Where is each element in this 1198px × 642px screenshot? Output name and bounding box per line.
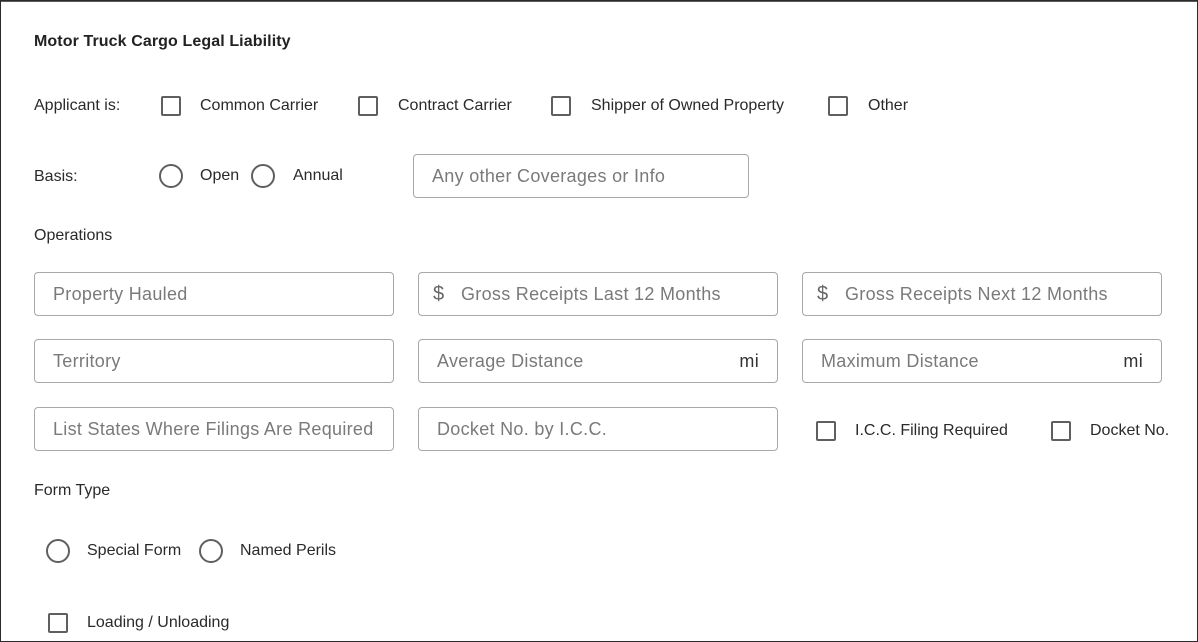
icc-filing-required-option[interactable]: I.C.C. Filing Required: [816, 421, 1008, 441]
docket-no-label: Docket No.: [1090, 422, 1170, 439]
icc-filing-required-checkbox[interactable]: [816, 421, 836, 441]
average-distance-field[interactable]: mi: [418, 339, 778, 383]
other-label: Other: [868, 97, 909, 114]
special-form-radio[interactable]: [46, 539, 70, 563]
named-perils-option[interactable]: Named Perils: [199, 539, 336, 563]
dollar-icon: $: [433, 282, 445, 305]
other-coverages-input[interactable]: [414, 155, 748, 197]
applicant-common-carrier[interactable]: Common Carrier: [161, 96, 318, 116]
basis-open-option[interactable]: Open: [159, 164, 239, 188]
open-radio[interactable]: [159, 164, 183, 188]
territory-field[interactable]: [34, 339, 394, 383]
property-hauled-field[interactable]: [34, 272, 394, 316]
average-distance-unit: mi: [739, 350, 759, 371]
named-perils-label: Named Perils: [240, 542, 337, 559]
maximum-distance-unit: mi: [1123, 350, 1143, 371]
section-title: Motor Truck Cargo Legal Liability: [34, 33, 291, 50]
filing-states-field[interactable]: [34, 407, 394, 451]
annual-radio[interactable]: [251, 164, 275, 188]
applicant-label: Applicant is:: [34, 97, 121, 114]
average-distance-input[interactable]: [419, 340, 740, 382]
shipper-owned-property-label: Shipper of Owned Property: [591, 97, 784, 114]
docket-no-checkbox[interactable]: [1051, 421, 1071, 441]
applicant-contract-carrier[interactable]: Contract Carrier: [358, 96, 512, 116]
basis-label: Basis:: [34, 168, 78, 185]
gross-receipts-last-input[interactable]: [447, 273, 777, 315]
docket-icc-input[interactable]: [419, 408, 777, 450]
contract-carrier-checkbox[interactable]: [358, 96, 378, 116]
icc-filing-required-label: I.C.C. Filing Required: [855, 422, 1008, 439]
operations-label: Operations: [34, 227, 113, 244]
loading-unloading-option[interactable]: Loading / Unloading: [48, 613, 229, 633]
filing-states-input[interactable]: [35, 408, 393, 450]
maximum-distance-field[interactable]: mi: [802, 339, 1162, 383]
open-label: Open: [200, 167, 240, 184]
docket-no-option[interactable]: Docket No.: [1051, 421, 1169, 441]
basis-annual-option[interactable]: Annual: [251, 164, 343, 188]
annual-label: Annual: [293, 167, 343, 184]
gross-receipts-next-input[interactable]: [831, 273, 1161, 315]
applicant-shipper-owned-property[interactable]: Shipper of Owned Property: [551, 96, 784, 116]
territory-input[interactable]: [35, 340, 393, 382]
contract-carrier-label: Contract Carrier: [398, 97, 512, 114]
gross-receipts-last-field[interactable]: $: [418, 272, 778, 316]
shipper-owned-property-checkbox[interactable]: [551, 96, 571, 116]
maximum-distance-input[interactable]: [803, 340, 1124, 382]
property-hauled-input[interactable]: [35, 273, 393, 315]
common-carrier-label: Common Carrier: [200, 97, 319, 114]
applicant-other[interactable]: Other: [828, 96, 908, 116]
common-carrier-checkbox[interactable]: [161, 96, 181, 116]
other-checkbox[interactable]: [828, 96, 848, 116]
other-coverages-field[interactable]: [413, 154, 749, 198]
special-form-option[interactable]: Special Form: [46, 539, 181, 563]
named-perils-radio[interactable]: [199, 539, 223, 563]
form-type-label: Form Type: [34, 482, 111, 499]
loading-unloading-label: Loading / Unloading: [87, 614, 230, 631]
special-form-label: Special Form: [87, 542, 182, 559]
dollar-icon: $: [817, 282, 829, 305]
form-panel: Motor Truck Cargo Legal Liability Applic…: [0, 0, 1198, 642]
gross-receipts-next-field[interactable]: $: [802, 272, 1162, 316]
loading-unloading-checkbox[interactable]: [48, 613, 68, 633]
docket-icc-field[interactable]: [418, 407, 778, 451]
